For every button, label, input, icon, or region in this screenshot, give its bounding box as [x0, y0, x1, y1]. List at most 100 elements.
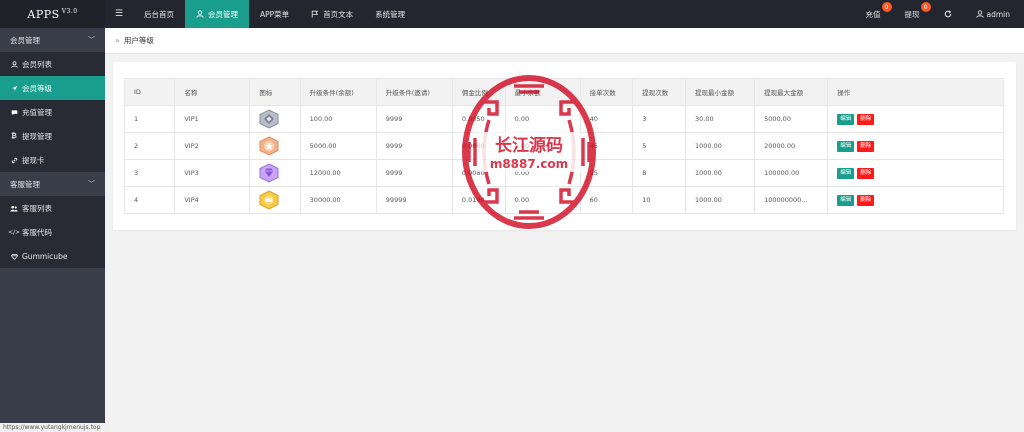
withdraw-label: 提现 — [904, 9, 920, 19]
cell-name: VIP1 — [174, 105, 251, 133]
cell-invite: 9999 — [375, 132, 453, 160]
table-row: 1 VIP1 100.00 9999 0.0050 0.00 40 3 30.0… — [123, 105, 1004, 133]
recharge-badge: 0 — [881, 2, 892, 12]
tab-label: 首页文本 — [323, 9, 354, 19]
sidebar-item-withdraw-card[interactable]: 提现卡 — [0, 148, 105, 172]
recharge-label: 充值 — [865, 9, 881, 19]
cell-id: 2 — [123, 132, 176, 160]
cell-actions: 编辑 删除 — [827, 105, 1004, 133]
tab-label: 后台首页 — [144, 9, 174, 19]
cell-invite: 9999 — [375, 159, 453, 187]
edit-button[interactable]: 编辑 — [837, 194, 855, 206]
cell-withdraw-max: 20000.00 — [754, 132, 829, 160]
sidebar-item-label: 客服代码 — [22, 227, 52, 237]
cell-orders: 55 — [579, 159, 634, 187]
sidebar-item-gummicube[interactable]: Gummicube — [0, 244, 105, 268]
col-header: 升级条件(余额) — [299, 78, 377, 106]
user-icon — [10, 60, 18, 68]
status-bar-url: https://www.yutangkjmenujs.top — [0, 423, 110, 432]
edit-button[interactable]: 编辑 — [837, 140, 855, 152]
refresh-icon[interactable] — [932, 0, 964, 28]
cell-withdraw-min: 1000.00 — [684, 159, 756, 187]
col-header: 升级条件(邀请) — [375, 78, 453, 106]
col-header: 提现最小金额 — [684, 78, 756, 106]
level-table-card: ID 名称 图标 升级条件(余额) 升级条件(邀请) 佣金比例 最小余额 接单次… — [113, 62, 1016, 230]
sidebar-item-label: 提现管理 — [22, 131, 52, 141]
sidebar-item-label: 会员等级 — [22, 83, 52, 93]
tab-home-text[interactable]: 首页文本 — [300, 0, 364, 28]
col-header: 操作 — [827, 78, 1004, 106]
code-icon: </> — [7, 228, 21, 236]
bitcoin-icon: ₿ — [11, 132, 17, 140]
sidebar-item-recharge[interactable]: 充值管理 — [0, 100, 105, 124]
cell-icon — [249, 159, 301, 187]
col-header: 提现次数 — [632, 78, 686, 106]
user-icon — [196, 10, 204, 18]
cell-balance: 100.00 — [299, 105, 377, 133]
sidebar-item-label: 提现卡 — [22, 155, 45, 165]
sidebar-item-withdraw[interactable]: ₿ 提现管理 — [0, 124, 105, 148]
cell-invite: 99999 — [375, 186, 453, 214]
cell-id: 3 — [123, 159, 176, 187]
chevron-down-icon: ﹀ — [88, 36, 95, 44]
sidebar-item-member-list[interactable]: 会员列表 — [0, 52, 105, 76]
app-version: V3.0 — [61, 7, 78, 15]
cell-withdraw-min: 1000.00 — [684, 132, 756, 160]
link-icon — [10, 157, 18, 164]
sidebar-item-service-code[interactable]: </> 客服代码 — [0, 220, 105, 244]
sidebar-group-member[interactable]: 会员管理 ﹀ — [0, 28, 105, 52]
cell-min-balance: 0.00 — [504, 105, 581, 133]
cell-balance: 5000.00 — [299, 132, 377, 160]
cell-actions: 编辑 删除 — [827, 186, 1004, 214]
breadcrumb-current[interactable]: 用户等级 — [124, 35, 154, 46]
cell-withdraw-times: 5 — [632, 132, 686, 160]
cell-icon — [249, 105, 301, 133]
cell-invite: 9999 — [375, 105, 453, 133]
app-logo[interactable]: APPS V3.0 — [0, 0, 105, 28]
cell-name: VIP3 — [174, 159, 251, 187]
tab-system-management[interactable]: 系统管理 — [364, 0, 416, 28]
sidebar-group-service[interactable]: 客服管理 ﹀ — [0, 172, 105, 196]
tab-dashboard[interactable]: 后台首页 — [133, 0, 185, 28]
cell-rate: 0.0080 — [451, 159, 506, 187]
edit-button[interactable]: 编辑 — [837, 113, 855, 125]
delete-button[interactable]: 删除 — [857, 113, 875, 125]
sidebar-item-service-list[interactable]: 客服列表 — [0, 196, 105, 220]
withdraw-notice[interactable]: 提现 0 — [893, 0, 932, 28]
username: admin — [986, 9, 1011, 19]
col-header: 名称 — [174, 78, 251, 106]
col-header: 最小余额 — [504, 78, 581, 106]
delete-button[interactable]: 删除 — [857, 194, 875, 206]
sidebar-item-member-level[interactable]: 会员等级 — [0, 76, 105, 100]
cell-name: VIP4 — [174, 186, 251, 214]
purple-gem-icon — [259, 163, 279, 183]
table-row: 4 VIP4 30000.00 99999 0.0100 0.00 60 10 … — [123, 186, 1004, 214]
sidebar: 会员管理 ﹀ 会员列表 会员等级 充值管理 ₿ 提现管理 提现卡 客服管理 ﹀ … — [0, 28, 110, 432]
sidebar-group-label: 客服管理 — [10, 179, 40, 189]
tab-member-management[interactable]: 会员管理 — [185, 0, 249, 28]
menu-toggle-icon[interactable]: ☰ — [105, 0, 133, 28]
cell-withdraw-times: 8 — [632, 159, 686, 187]
cell-actions: 编辑 删除 — [827, 132, 1004, 160]
tab-app-menu[interactable]: APP菜单 — [249, 0, 300, 28]
level-table: ID 名称 图标 升级条件(余额) 升级条件(邀请) 佣金比例 最小余额 接单次… — [123, 78, 1004, 214]
cell-withdraw-max: 100000.00 — [754, 159, 829, 187]
cell-orders: 45 — [579, 132, 634, 160]
cell-name: VIP2 — [174, 132, 251, 160]
flag-icon — [311, 10, 319, 18]
cell-actions: 编辑 删除 — [827, 159, 1004, 187]
user-menu[interactable]: admin — [964, 0, 1024, 28]
tab-label: 系统管理 — [375, 9, 406, 19]
top-navbar: APPS V3.0 ☰ 后台首页 会员管理 APP菜单 首页文本 系统管理 充值 … — [0, 0, 1024, 28]
cell-orders: 40 — [579, 105, 634, 133]
app-name: APPS — [27, 7, 60, 21]
cell-orders: 60 — [579, 186, 634, 214]
cell-withdraw-times: 10 — [632, 186, 686, 214]
recharge-notice[interactable]: 充值 0 — [854, 0, 893, 28]
sidebar-group-label: 会员管理 — [10, 35, 40, 45]
users-icon — [10, 205, 18, 212]
delete-button[interactable]: 删除 — [857, 140, 875, 152]
withdraw-badge: 0 — [920, 2, 931, 12]
edit-button[interactable]: 编辑 — [837, 167, 855, 179]
delete-button[interactable]: 删除 — [857, 167, 875, 179]
